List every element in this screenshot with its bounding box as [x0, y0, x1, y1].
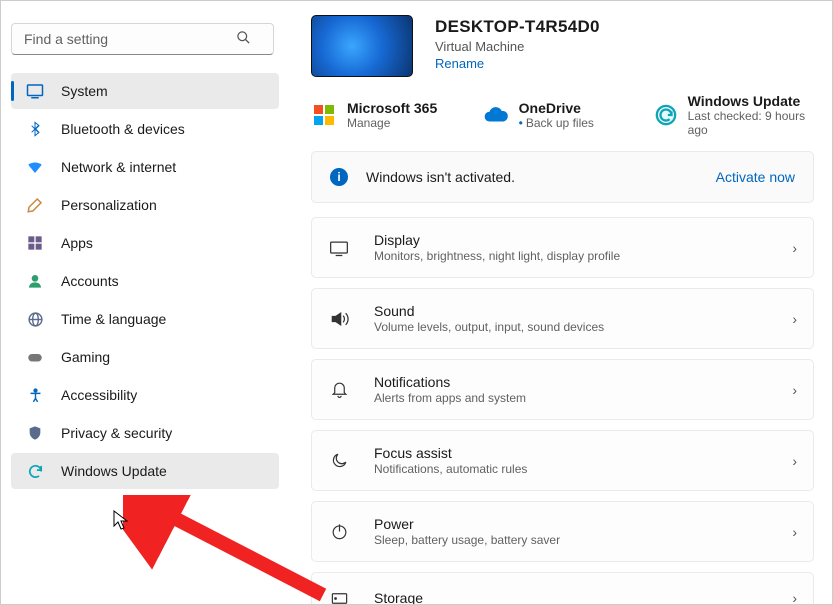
m365-icon [311, 102, 337, 128]
shield-icon [25, 423, 45, 443]
chevron-right-icon: › [792, 382, 797, 398]
tile-notifications[interactable]: NotificationsAlerts from apps and system… [311, 359, 814, 420]
activate-now-link[interactable]: Activate now [716, 169, 795, 185]
sidebar-item-system[interactable]: System [11, 73, 279, 109]
tile-sound[interactable]: SoundVolume levels, output, input, sound… [311, 288, 814, 349]
onedrive-icon [483, 102, 509, 128]
mini-sub: Manage [347, 116, 437, 130]
moon-icon [328, 450, 350, 472]
rename-link[interactable]: Rename [435, 56, 484, 71]
sidebar-item-windows-update[interactable]: Windows Update [11, 453, 279, 489]
tile-storage[interactable]: Storage › [311, 572, 814, 604]
tile-title: Sound [374, 303, 792, 319]
tile-sub: Notifications, automatic rules [374, 462, 792, 476]
gaming-icon [25, 347, 45, 367]
sidebar-item-bluetooth[interactable]: Bluetooth & devices [11, 111, 279, 147]
accessibility-icon [25, 385, 45, 405]
chevron-right-icon: › [792, 311, 797, 327]
sidebar-item-label: Time & language [61, 311, 166, 327]
chevron-right-icon: › [792, 453, 797, 469]
display-icon [328, 237, 350, 259]
tile-focus-assist[interactable]: Focus assistNotifications, automatic rul… [311, 430, 814, 491]
wifi-icon [25, 157, 45, 177]
brush-icon [25, 195, 45, 215]
storage-icon [328, 587, 350, 604]
sidebar-item-label: Gaming [61, 349, 110, 365]
tile-title: Focus assist [374, 445, 792, 461]
sidebar-item-time-language[interactable]: Time & language [11, 301, 279, 337]
sidebar-item-label: Privacy & security [61, 425, 172, 441]
system-icon [25, 81, 45, 101]
mini-title: Windows Update [688, 93, 814, 109]
mini-title: Microsoft 365 [347, 100, 437, 116]
device-type: Virtual Machine [435, 39, 600, 54]
tile-title: Storage [374, 590, 792, 605]
chevron-right-icon: › [792, 240, 797, 256]
sidebar: System Bluetooth & devices Network & int… [1, 1, 311, 604]
mini-card-windows-update[interactable]: Windows Update Last checked: 9 hours ago [654, 93, 814, 137]
sidebar-item-privacy[interactable]: Privacy & security [11, 415, 279, 451]
sidebar-item-accessibility[interactable]: Accessibility [11, 377, 279, 413]
mini-sub: •Back up files [519, 116, 594, 130]
search-input[interactable] [11, 23, 274, 55]
sidebar-item-label: Personalization [61, 197, 157, 213]
tile-sub: Monitors, brightness, night light, displ… [374, 249, 792, 263]
tile-title: Notifications [374, 374, 792, 390]
sidebar-item-apps[interactable]: Apps [11, 225, 279, 261]
apps-icon [25, 233, 45, 253]
tile-power[interactable]: PowerSleep, battery usage, battery saver… [311, 501, 814, 562]
sidebar-item-label: System [61, 83, 108, 99]
tile-title: Power [374, 516, 792, 532]
bell-icon [328, 379, 350, 401]
mini-sub: Last checked: 9 hours ago [688, 109, 814, 137]
power-icon [328, 521, 350, 543]
sidebar-item-accounts[interactable]: Accounts [11, 263, 279, 299]
update-icon [654, 102, 677, 128]
sidebar-item-label: Bluetooth & devices [61, 121, 185, 137]
sidebar-item-label: Windows Update [61, 463, 167, 479]
tile-sub: Alerts from apps and system [374, 391, 792, 405]
chevron-right-icon: › [792, 524, 797, 540]
windows-update-icon [25, 461, 45, 481]
info-icon: i [330, 168, 348, 186]
sidebar-item-label: Accounts [61, 273, 119, 289]
activation-banner: i Windows isn't activated. Activate now [311, 151, 814, 203]
sidebar-item-personalization[interactable]: Personalization [11, 187, 279, 223]
device-name: DESKTOP-T4R54D0 [435, 17, 600, 37]
bluetooth-icon [25, 119, 45, 139]
sidebar-item-gaming[interactable]: Gaming [11, 339, 279, 375]
globe-icon [25, 309, 45, 329]
sidebar-item-label: Apps [61, 235, 93, 251]
sidebar-item-label: Network & internet [61, 159, 176, 175]
tile-sub: Sleep, battery usage, battery saver [374, 533, 792, 547]
banner-message: Windows isn't activated. [366, 169, 716, 185]
wallpaper-thumbnail[interactable] [311, 15, 413, 77]
main-panel: DESKTOP-T4R54D0 Virtual Machine Rename M… [311, 1, 832, 604]
sound-icon [328, 308, 350, 330]
tile-sub: Volume levels, output, input, sound devi… [374, 320, 792, 334]
sidebar-item-network[interactable]: Network & internet [11, 149, 279, 185]
search-icon [236, 30, 251, 45]
mini-card-m365[interactable]: Microsoft 365 Manage [311, 93, 471, 137]
mini-title: OneDrive [519, 100, 594, 116]
tile-display[interactable]: DisplayMonitors, brightness, night light… [311, 217, 814, 278]
sidebar-item-label: Accessibility [61, 387, 137, 403]
chevron-right-icon: › [792, 590, 797, 604]
mini-card-onedrive[interactable]: OneDrive •Back up files [483, 93, 643, 137]
tile-title: Display [374, 232, 792, 248]
person-icon [25, 271, 45, 291]
